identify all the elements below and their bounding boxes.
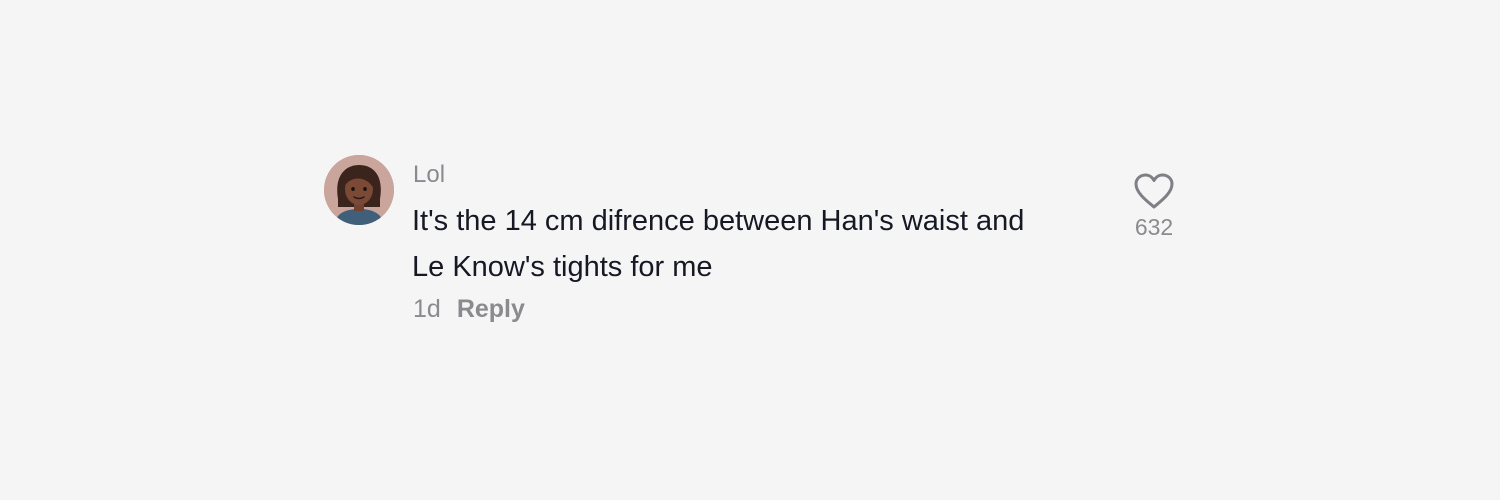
comment-text: It's the 14 cm difrence between Han's wa… [412, 198, 1112, 290]
comment-meta: 1d Reply [413, 295, 525, 324]
comment-screen: Lol It's the 14 cm difrence between Han'… [0, 0, 1500, 500]
comment-text-line-2: Le Know's tights for me [412, 251, 713, 283]
reply-button[interactable]: Reply [457, 295, 525, 324]
heart-outline-icon[interactable] [1133, 172, 1175, 210]
comment-item: Lol It's the 14 cm difrence between Han'… [324, 152, 1194, 342]
comment-text-line-1: It's the 14 cm difrence between Han's wa… [412, 205, 1025, 237]
avatar[interactable] [324, 155, 394, 225]
like-count: 632 [1134, 214, 1174, 240]
comment-timestamp: 1d [413, 295, 441, 323]
comment-username[interactable]: Lol [413, 161, 445, 189]
user-avatar-icon [324, 155, 394, 225]
like-section: 632 [1124, 172, 1184, 241]
